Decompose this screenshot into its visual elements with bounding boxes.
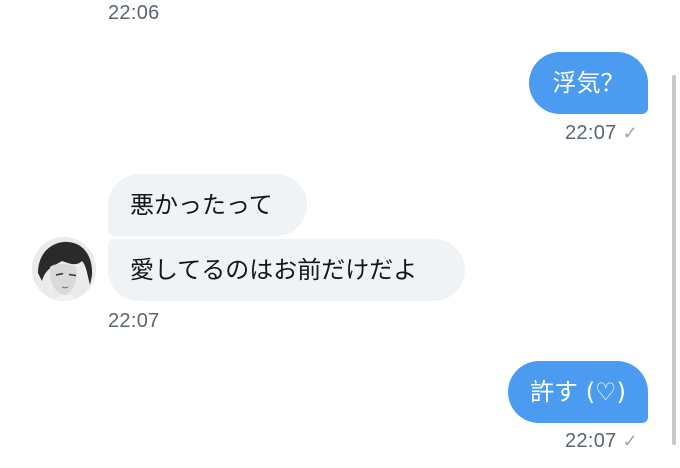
message-text: 浮気？: [552, 69, 625, 97]
read-check-icon: ✓: [622, 123, 638, 143]
message-meta: 22:07 ✓: [565, 430, 638, 453]
message-text: 悪かったって: [130, 191, 273, 219]
outgoing-message-bubble[interactable]: 浮気？: [529, 52, 648, 114]
message-timestamp: 22:07: [565, 430, 617, 452]
incoming-message-bubble[interactable]: 悪かったって: [108, 174, 307, 236]
message-text: 許す (♡): [530, 378, 626, 406]
avatar-portrait-image: [32, 237, 96, 301]
read-check-icon: ✓: [622, 431, 638, 451]
message-text: 愛してるのはお前だけだよ: [130, 256, 418, 284]
message-timestamp: 22:07: [108, 310, 160, 332]
message-timestamp: 22:06: [108, 2, 160, 24]
message-meta: 22:07 ✓: [565, 122, 638, 145]
conversation-thread: 22:06 浮気？ 22:07 ✓ 悪かったって 愛してるのはお前だけだよ 22:…: [0, 0, 680, 468]
incoming-message-bubble[interactable]: 愛してるのはお前だけだよ: [108, 239, 465, 301]
scrollbar[interactable]: [672, 75, 676, 445]
sender-avatar[interactable]: [32, 237, 96, 301]
message-timestamp: 22:07: [565, 122, 617, 144]
outgoing-message-bubble[interactable]: 許す (♡): [508, 361, 648, 423]
